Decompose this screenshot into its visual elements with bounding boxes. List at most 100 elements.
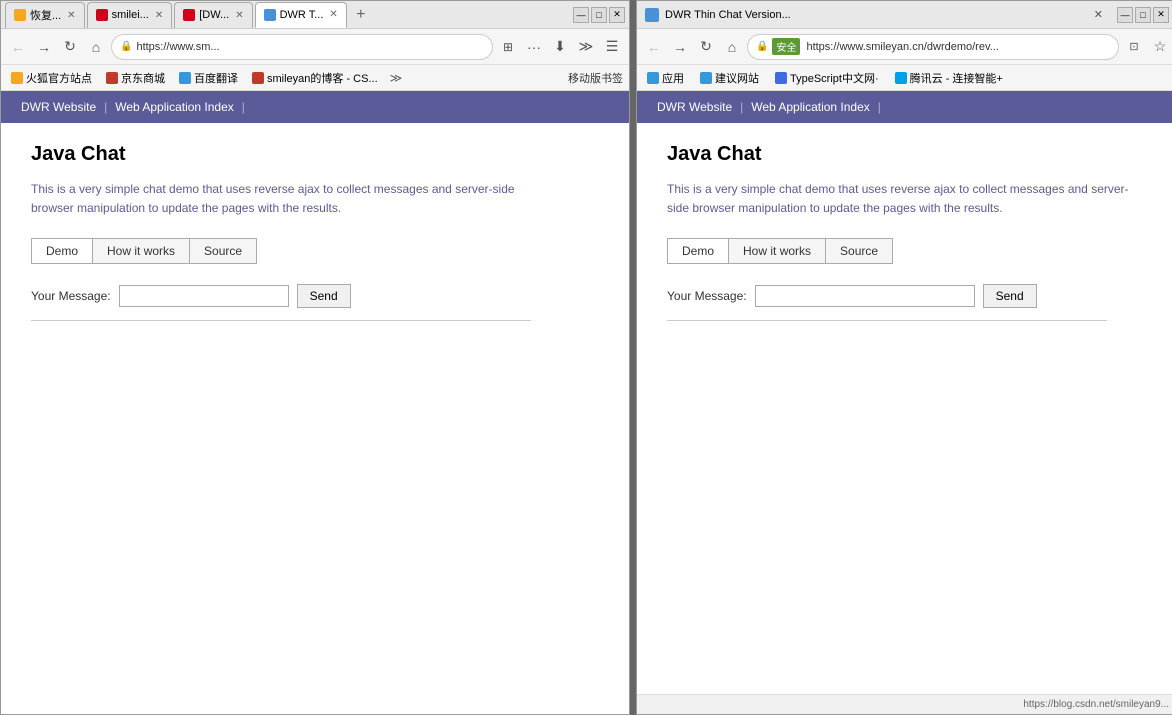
tab-icon-4 — [264, 9, 276, 21]
right-web-app-index-link[interactable]: Web Application Index — [743, 94, 878, 120]
right-form-row: Your Message: Send — [667, 284, 1147, 308]
right-tab-close[interactable]: ✕ — [1094, 8, 1103, 21]
right-bookmark-typescript[interactable]: TypeScript中文网· — [771, 69, 883, 87]
right-browser: DWR Thin Chat Version... ✕ — □ ✕ ← → ↻ ⌂… — [636, 0, 1172, 715]
right-address-bar[interactable]: 🔒 安全 https://www.smileyan.cn/dwrdemo/rev… — [747, 34, 1119, 60]
right-url-text: https://www.smileyan.cn/dwrdemo/rev... — [806, 41, 1110, 53]
add-tab-button[interactable]: + — [349, 3, 373, 27]
minimize-button[interactable]: — — [573, 7, 589, 23]
lock-icon: 🔒 — [120, 41, 132, 52]
right-tab-source[interactable]: Source — [826, 239, 892, 263]
tab-close-3[interactable]: ✕ — [235, 10, 243, 21]
left-nav-bar: ← → ↻ ⌂ 🔒 https://www.sm... ⊞ ··· ⬇ ≫ ☰ — [1, 29, 629, 65]
right-bk-label-1: 应用 — [662, 70, 684, 86]
dwr-website-link[interactable]: DWR Website — [13, 94, 104, 120]
bookmark-huhu[interactable]: 火狐官方站点 — [7, 69, 96, 87]
tab-dwr[interactable]: DWR T... ✕ — [255, 2, 347, 28]
url-text: https://www.sm... — [136, 41, 484, 53]
right-tab-demo[interactable]: Demo — [668, 239, 729, 263]
right-bookmarks-bar: 应用 建议网站 TypeScript中文网· 腾讯云 - 连接智能+ — [637, 65, 1172, 91]
tab-dw[interactable]: [DW... ✕ — [174, 2, 252, 28]
left-form-row: Your Message: Send — [31, 284, 599, 308]
bookmark-label-2: 京东商城 — [121, 70, 165, 86]
menu-button[interactable]: ☰ — [601, 36, 623, 58]
tab-label-1: 恢复... — [30, 7, 61, 23]
right-title-bar: DWR Thin Chat Version... ✕ — □ ✕ — [637, 1, 1172, 29]
left-divider — [31, 320, 531, 321]
right-bk-label-3: TypeScript中文网· — [790, 70, 879, 86]
home-button[interactable]: ⌂ — [85, 36, 107, 58]
bookmark-label-4: smileyan的博客 - CS... — [267, 70, 378, 86]
bookmark-jd[interactable]: 京东商城 — [102, 69, 169, 87]
right-favorites-button[interactable]: ☆ — [1149, 36, 1171, 58]
right-bookmark-apps[interactable]: 应用 — [643, 69, 688, 87]
left-tab-source[interactable]: Source — [190, 239, 256, 263]
tab-icon-2 — [96, 9, 108, 21]
tab-close-2[interactable]: ✕ — [155, 10, 163, 21]
right-divider — [667, 320, 1107, 321]
right-bookmark-tencent[interactable]: 腾讯云 - 连接智能+ — [891, 69, 1007, 87]
right-status-bar: https://blog.csdn.net/smileyan9... — [637, 694, 1172, 714]
bookmark-icon-3 — [179, 72, 191, 84]
left-form-label: Your Message: — [31, 289, 111, 303]
tab-close-4[interactable]: ✕ — [329, 9, 337, 20]
right-home-button[interactable]: ⌂ — [721, 36, 743, 58]
right-nav-bar: ← → ↻ ⌂ 🔒 安全 https://www.smileyan.cn/dwr… — [637, 29, 1172, 65]
tab-close-1[interactable]: ✕ — [67, 10, 75, 21]
right-close[interactable]: ✕ — [1153, 7, 1169, 23]
right-send-button[interactable]: Send — [983, 284, 1037, 308]
right-maximize[interactable]: □ — [1135, 7, 1151, 23]
right-reader-button[interactable]: ⊡ — [1123, 36, 1145, 58]
left-tab-how[interactable]: How it works — [93, 239, 190, 263]
left-page-tab-group: Demo How it works Source — [31, 238, 257, 264]
right-bookmark-suggest[interactable]: 建议网站 — [696, 69, 763, 87]
tab-icon-1 — [14, 9, 26, 21]
download-button[interactable]: ⬇ — [549, 36, 571, 58]
more-nav-button[interactable]: ≫ — [575, 36, 597, 58]
tab-hf[interactable]: 恢复... ✕ — [5, 2, 85, 28]
more-button[interactable]: ··· — [523, 36, 545, 58]
left-send-button[interactable]: Send — [297, 284, 351, 308]
left-page-desc: This is a very simple chat demo that use… — [31, 180, 531, 218]
bookmark-baidu[interactable]: 百度翻译 — [175, 69, 242, 87]
bookmark-icon-1 — [11, 72, 23, 84]
right-status-url: https://blog.csdn.net/smileyan9... — [1023, 699, 1169, 710]
tab-icon-3 — [183, 9, 195, 21]
tab-smile[interactable]: smilei... ✕ — [87, 2, 173, 28]
left-message-input[interactable] — [119, 285, 289, 307]
right-refresh-button[interactable]: ↻ — [695, 36, 717, 58]
tab-label-4: DWR T... — [280, 9, 324, 21]
maximize-button[interactable]: □ — [591, 7, 607, 23]
right-form-label: Your Message: — [667, 289, 747, 303]
right-forward-button[interactable]: → — [669, 36, 691, 58]
mobile-bookmark[interactable]: 移动版书签 — [568, 70, 623, 86]
forward-button[interactable]: → — [33, 36, 55, 58]
left-page-content: Java Chat This is a very simple chat dem… — [1, 123, 629, 714]
bookmark-smile[interactable]: smileyan的博客 - CS... — [248, 69, 382, 87]
right-dwr-website-link[interactable]: DWR Website — [649, 94, 740, 120]
right-security-badge: 安全 — [772, 38, 800, 55]
back-button[interactable]: ← — [7, 36, 29, 58]
close-button[interactable]: ✕ — [609, 7, 625, 23]
qr-button[interactable]: ⊞ — [497, 36, 519, 58]
right-message-input[interactable] — [755, 285, 975, 307]
bookmark-label-3: 百度翻译 — [194, 70, 238, 86]
dwr-nav-sep2: | — [242, 100, 245, 114]
right-minimize[interactable]: — — [1117, 7, 1133, 23]
right-tab-how[interactable]: How it works — [729, 239, 826, 263]
right-back-button[interactable]: ← — [643, 36, 665, 58]
right-tab-icon — [645, 8, 659, 22]
right-bk-icon-1 — [647, 72, 659, 84]
window-controls: — □ ✕ — [573, 7, 625, 23]
web-app-index-link[interactable]: Web Application Index — [107, 94, 242, 120]
bookmarks-more[interactable]: ≫ — [390, 71, 403, 85]
right-lock-icon: 🔒 — [756, 41, 768, 52]
tab-label-2: smilei... — [112, 9, 149, 21]
right-page-title: Java Chat — [667, 143, 1147, 166]
right-bk-icon-3 — [775, 72, 787, 84]
left-tab-demo[interactable]: Demo — [32, 239, 93, 263]
right-bk-icon-2 — [700, 72, 712, 84]
bookmark-icon-4 — [252, 72, 264, 84]
refresh-button[interactable]: ↻ — [59, 36, 81, 58]
address-bar[interactable]: 🔒 https://www.sm... — [111, 34, 493, 60]
